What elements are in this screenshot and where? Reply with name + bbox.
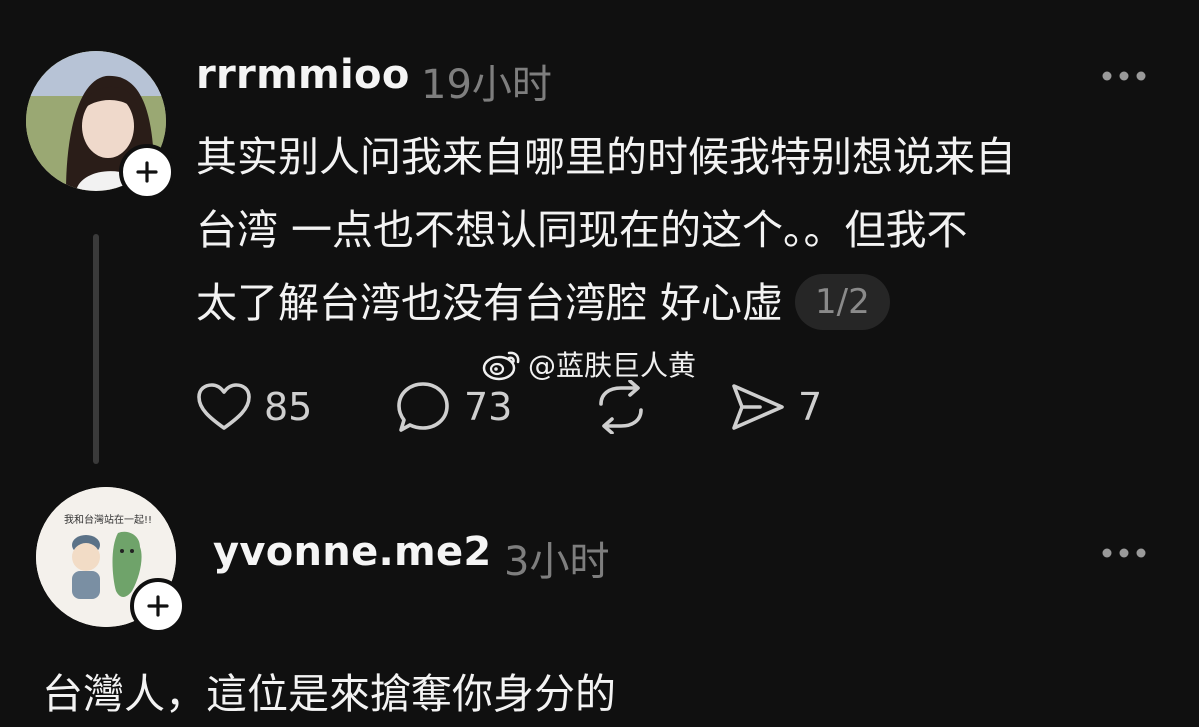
like-button[interactable]: 85 <box>196 380 312 434</box>
send-icon <box>732 384 784 430</box>
more-icon <box>1102 71 1146 81</box>
reply-timestamp: 3小时 <box>504 539 610 585</box>
post-body-line-text: 太了解台湾也没有台湾腔 好心虚 <box>196 279 784 327</box>
follow-button[interactable] <box>130 578 186 634</box>
heart-icon <box>197 383 251 430</box>
share-button[interactable]: 7 <box>730 380 822 434</box>
repost-icon <box>599 380 643 434</box>
post-username[interactable]: rrrmmioo <box>196 52 410 98</box>
comment-button[interactable]: 73 <box>396 380 512 434</box>
watermark: @蓝肤巨人黄 <box>482 346 696 382</box>
page-indicator: 1/2 <box>795 274 890 330</box>
reply-username[interactable]: yvonne.me2 <box>213 529 492 575</box>
post-body-line: 台湾 一点也不想认同现在的这个。。但我不 <box>196 206 968 254</box>
share-count: 7 <box>798 385 823 429</box>
post-body-line: 其实别人问我来自哪里的时候我特别想说来自 <box>196 133 1016 181</box>
comment-icon <box>397 382 449 432</box>
plus-icon <box>136 161 158 183</box>
plus-icon <box>147 595 169 617</box>
weibo-icon <box>482 351 520 381</box>
thread-connector-line <box>93 234 99 464</box>
thread-page: rrrmmioo 19小时 其实别人问我来自哪里的时候我特别想说来自 台湾 一点… <box>0 0 1199 727</box>
reply-body: 台灣人，這位是來搶奪你身分的 <box>42 670 616 718</box>
watermark-text: @蓝肤巨人黄 <box>528 349 697 382</box>
follow-button[interactable] <box>119 144 175 200</box>
post-body: 其实别人问我来自哪里的时候我特别想说来自 台湾 一点也不想认同现在的这个。。但我… <box>196 121 1176 340</box>
avatar-caption: 我和台灣站在一起!! <box>64 513 152 526</box>
more-options-button[interactable] <box>1099 68 1149 84</box>
more-options-button[interactable] <box>1099 545 1149 561</box>
more-icon <box>1102 548 1146 558</box>
repost-button[interactable] <box>593 380 649 434</box>
comment-count: 73 <box>464 385 513 429</box>
post-body-line: 太了解台湾也没有台湾腔 好心虚 1/2 <box>196 267 1176 340</box>
like-count: 85 <box>264 385 313 429</box>
post-timestamp: 19小时 <box>421 62 552 108</box>
